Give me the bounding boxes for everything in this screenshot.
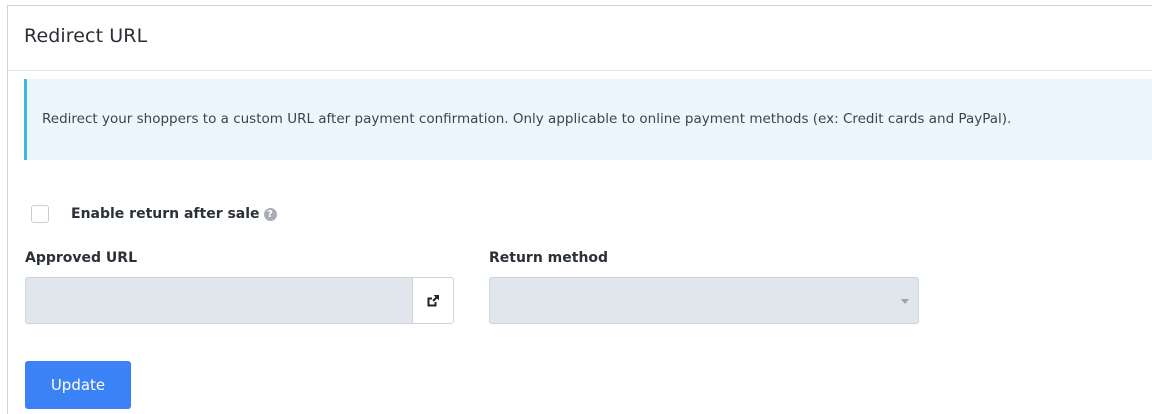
enable-return-row: Enable return after sale ? (31, 204, 277, 224)
update-button[interactable]: Update (25, 361, 131, 409)
return-method-label: Return method (489, 250, 609, 266)
redirect-url-panel: Redirect URL Redirect your shoppers to a… (7, 5, 1152, 414)
info-alert: Redirect your shoppers to a custom URL a… (24, 79, 1152, 160)
title-divider (8, 70, 1152, 71)
approved-url-group (25, 277, 454, 324)
caret-down-icon (901, 299, 909, 304)
approved-url-input[interactable] (25, 277, 412, 324)
section-title: Redirect URL (24, 25, 148, 47)
question-circle-icon[interactable]: ? (263, 207, 277, 221)
approved-url-label: Approved URL (25, 250, 137, 266)
info-message: Redirect your shoppers to a custom URL a… (42, 111, 1012, 127)
enable-return-checkbox[interactable] (31, 205, 49, 223)
external-link-icon (427, 294, 439, 306)
open-url-button[interactable] (412, 277, 454, 324)
return-method-select[interactable] (489, 277, 919, 324)
enable-return-label: Enable return after sale (71, 206, 260, 222)
